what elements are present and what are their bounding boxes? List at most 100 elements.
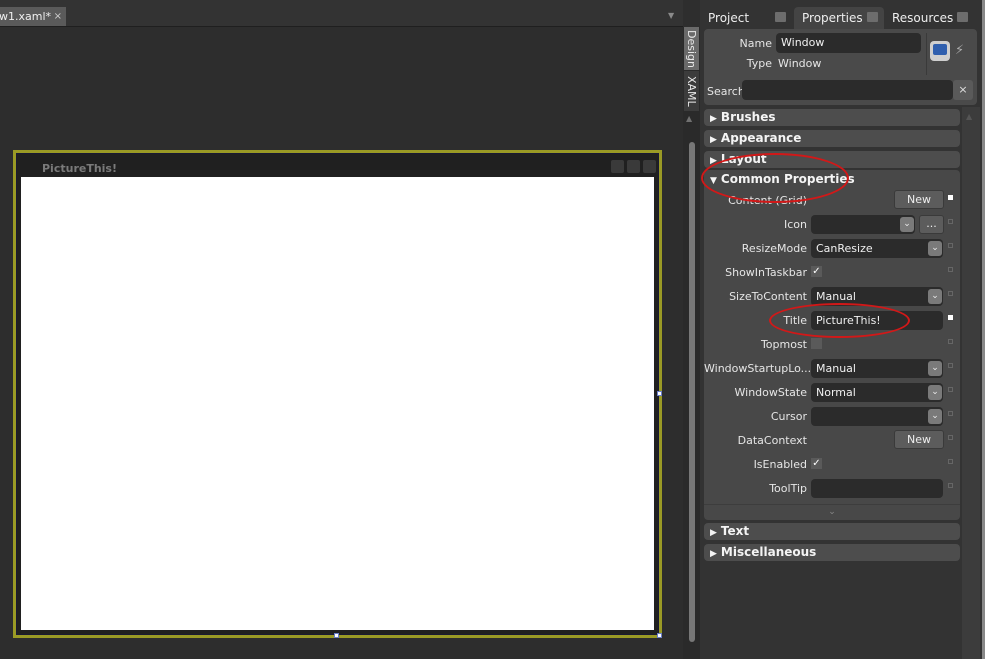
- expand-arrow-icon: ▶: [710, 549, 717, 559]
- isenabled-checkbox[interactable]: ✓: [811, 458, 822, 469]
- type-value: Window: [778, 57, 822, 70]
- advanced-options-marker[interactable]: [948, 291, 953, 296]
- chevron-down-icon[interactable]: ⌄: [928, 289, 942, 304]
- search-input[interactable]: [742, 80, 953, 100]
- browse-button[interactable]: ...: [919, 215, 944, 234]
- category-miscellaneous[interactable]: ▶ Miscellaneous: [704, 544, 960, 561]
- advanced-options-marker[interactable]: [948, 339, 953, 344]
- object-header: Name Window Type Window ⚡ Search ×: [704, 29, 977, 105]
- prop-label: DataContext: [737, 434, 807, 447]
- prop-label: ToolTip: [769, 482, 807, 495]
- panel-tabs: Project Properties Resources: [700, 7, 985, 29]
- category-text[interactable]: ▶ Text: [704, 523, 960, 540]
- document-scrollbar[interactable]: [689, 142, 695, 642]
- prop-row-icon: Icon ⌄ ...: [704, 214, 960, 236]
- window-preview[interactable]: PictureThis!: [16, 153, 659, 635]
- name-field[interactable]: Window: [776, 33, 921, 53]
- advanced-options-marker[interactable]: [948, 435, 953, 440]
- combo-value: CanResize: [816, 242, 873, 255]
- chevron-down-icon[interactable]: ⌄: [928, 241, 942, 256]
- prop-row-windowstartuplocation: WindowStartupLo... Manual ⌄: [704, 358, 960, 380]
- popout-icon[interactable]: [867, 12, 878, 22]
- advanced-options-marker[interactable]: [948, 195, 953, 200]
- chevron-down-icon[interactable]: ▼: [668, 11, 674, 20]
- category-brushes[interactable]: ▶ Brushes: [704, 109, 960, 126]
- close-icon[interactable]: ×: [54, 7, 62, 26]
- annotation-ellipse-title: [769, 303, 910, 338]
- new-content-button[interactable]: New: [894, 190, 944, 209]
- advanced-options-marker[interactable]: [948, 243, 953, 248]
- category-appearance[interactable]: ▶ Appearance: [704, 130, 960, 147]
- properties-panel: Project Properties Resources Name Window…: [700, 0, 985, 659]
- document-tab[interactable]: ow1.xaml* ×: [0, 7, 66, 26]
- resizemode-combo[interactable]: CanResize ⌄: [811, 239, 943, 258]
- showintaskbar-checkbox[interactable]: ✓: [811, 266, 822, 277]
- show-more-properties-icon[interactable]: ⌄: [704, 504, 960, 518]
- tooltip-input[interactable]: [811, 479, 943, 498]
- events-icon[interactable]: ⚡: [955, 43, 964, 58]
- prop-row-isenabled: IsEnabled ✓: [704, 454, 960, 476]
- prop-label: WindowState: [734, 386, 808, 399]
- window-client-area[interactable]: [21, 177, 654, 630]
- topmost-checkbox[interactable]: [811, 338, 822, 349]
- clear-search-icon[interactable]: ×: [953, 80, 973, 100]
- prop-label: Cursor: [770, 410, 807, 423]
- search-label: Search: [707, 85, 745, 98]
- prop-label: ShowInTaskbar: [725, 266, 807, 279]
- tab-resources[interactable]: Resources: [884, 7, 974, 29]
- design-surface: ow1.xaml* × ▼ PictureThis!: [0, 0, 683, 659]
- icon-combo[interactable]: ⌄: [811, 215, 915, 234]
- prop-label: Icon: [784, 218, 807, 231]
- chevron-down-icon[interactable]: ⌄: [928, 409, 942, 424]
- tab-properties[interactable]: Properties: [794, 7, 884, 29]
- advanced-options-marker[interactable]: [948, 483, 953, 488]
- new-datacontext-button[interactable]: New: [894, 430, 944, 449]
- maximize-icon: [627, 160, 640, 173]
- document-tab-label: ow1.xaml*: [0, 10, 51, 23]
- advanced-options-marker[interactable]: [948, 363, 953, 368]
- resize-handle-bottom[interactable]: [334, 633, 339, 638]
- properties-view-button[interactable]: [930, 41, 950, 61]
- tab-design[interactable]: Design: [684, 27, 699, 70]
- window-preview-title: PictureThis!: [42, 162, 117, 175]
- tab-xaml[interactable]: XAML: [684, 71, 699, 111]
- chevron-down-icon[interactable]: ⌄: [900, 217, 914, 232]
- popout-icon[interactable]: [775, 12, 786, 22]
- windowstate-combo[interactable]: Normal ⌄: [811, 383, 943, 402]
- prop-row-showintaskbar: ShowInTaskbar ✓: [704, 262, 960, 284]
- expand-arrow-icon: ▶: [710, 135, 717, 145]
- chevron-down-icon[interactable]: ⌄: [928, 361, 942, 376]
- document-tabstrip: ow1.xaml* × ▼: [0, 0, 683, 27]
- name-label: Name: [739, 37, 772, 50]
- expand-arrow-icon: ▶: [710, 114, 717, 124]
- advanced-options-marker[interactable]: [948, 315, 953, 320]
- resize-handle-corner[interactable]: [657, 633, 662, 638]
- windowstartuplocation-combo[interactable]: Manual ⌄: [811, 359, 943, 378]
- expand-arrow-icon: ▶: [710, 528, 717, 538]
- category-label: Brushes: [720, 110, 776, 124]
- tab-project-label: Project: [708, 11, 750, 25]
- category-common-properties: ▼ Common Properties Content (Grid) New Ic…: [704, 170, 960, 520]
- prop-label: ResizeMode: [741, 242, 807, 255]
- advanced-options-marker[interactable]: [948, 411, 953, 416]
- close-window-icon: [643, 160, 656, 173]
- prop-label: WindowStartupLo...: [704, 362, 812, 375]
- tab-project[interactable]: Project: [700, 7, 792, 29]
- prop-label: Topmost: [760, 338, 807, 351]
- advanced-options-marker[interactable]: [948, 387, 953, 392]
- window-preview-selection[interactable]: PictureThis!: [13, 150, 662, 638]
- chevron-down-icon[interactable]: ⌄: [928, 385, 942, 400]
- popout-icon[interactable]: [957, 12, 968, 22]
- advanced-options-marker[interactable]: [948, 267, 953, 272]
- prop-label: SizeToContent: [729, 290, 807, 303]
- properties-scrollbar[interactable]: [962, 107, 980, 659]
- advanced-options-marker[interactable]: [948, 219, 953, 224]
- cursor-combo[interactable]: ⌄: [811, 407, 943, 426]
- prop-row-windowstate: WindowState Normal ⌄: [704, 382, 960, 404]
- advanced-options-marker[interactable]: [948, 459, 953, 464]
- scroll-up-icon[interactable]: ▲: [686, 114, 692, 123]
- combo-value: Manual: [816, 290, 856, 303]
- prop-row-resizemode: ResizeMode CanResize ⌄: [704, 238, 960, 260]
- scroll-up-icon[interactable]: ▲: [966, 112, 972, 121]
- resize-handle-right[interactable]: [657, 391, 662, 396]
